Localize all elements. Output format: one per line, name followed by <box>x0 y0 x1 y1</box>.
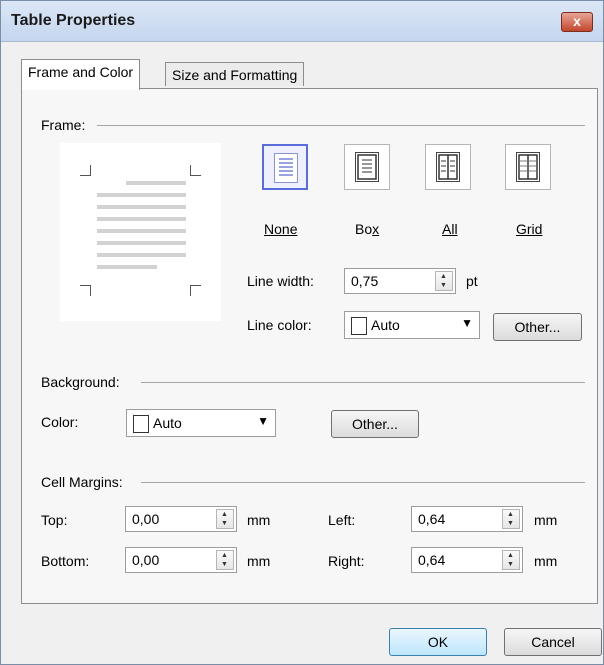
close-button[interactable]: x <box>561 12 593 32</box>
preview-text-line <box>97 217 186 221</box>
margin-bottom-label: Bottom: <box>41 553 90 569</box>
background-group-label: Background: <box>41 374 126 390</box>
preview-text-line <box>126 181 186 185</box>
line-color-select[interactable]: Auto ▼ <box>344 311 480 339</box>
margin-left-label: Left: <box>328 512 356 528</box>
chevron-down-icon: ▼ <box>257 414 269 428</box>
background-other-button[interactable]: Other... <box>331 410 419 438</box>
line-color-other-button[interactable]: Other... <box>493 313 582 341</box>
color-swatch <box>351 317 367 335</box>
frame-box-button[interactable] <box>344 144 390 190</box>
title-bar: Table Properties x <box>1 1 603 42</box>
frame-group-divider <box>97 125 585 126</box>
line-width-stepper[interactable]: 0,75 ▲ ▼ <box>344 268 456 294</box>
stepper-arrows-icon[interactable]: ▲ ▼ <box>216 509 234 529</box>
stepper-arrows-icon[interactable]: ▲ ▼ <box>216 550 234 570</box>
margin-right-label: Right: <box>328 553 365 569</box>
frame-box-icon <box>355 152 379 182</box>
margin-bottom-unit: mm <box>247 553 271 569</box>
margin-right-stepper[interactable]: 0,64 ▲ ▼ <box>411 547 523 573</box>
frame-none-icon <box>274 153 298 183</box>
stepper-arrows-icon[interactable]: ▲ ▼ <box>502 550 520 570</box>
line-width-value: 0,75 <box>351 273 379 289</box>
line-width-label: Line width: <box>247 273 314 289</box>
background-color-value: Auto <box>153 415 182 431</box>
close-icon: x <box>573 13 581 29</box>
color-swatch <box>133 415 149 433</box>
frame-preview <box>60 143 221 321</box>
cell-margins-group-label: Cell Margins: <box>41 474 129 490</box>
preview-text-line <box>97 253 186 257</box>
line-color-label: Line color: <box>247 317 312 333</box>
line-width-unit: pt <box>466 273 478 289</box>
tab-frame-and-color[interactable]: Frame and Color <box>21 59 141 90</box>
dialog-title: Table Properties <box>11 12 136 29</box>
preview-corner-mark <box>190 165 201 176</box>
cell-margins-group-divider <box>141 482 585 483</box>
frame-all-label: All <box>442 221 458 237</box>
frame-grid-icon <box>516 152 540 182</box>
frame-grid-label: Grid <box>516 221 543 237</box>
line-color-value: Auto <box>371 317 400 333</box>
background-group-divider <box>141 382 585 383</box>
margin-right-unit: mm <box>534 553 558 569</box>
margin-top-label: Top: <box>41 512 68 528</box>
preview-text-line <box>97 229 186 233</box>
cancel-button[interactable]: Cancel <box>504 628 602 656</box>
preview-text-line <box>97 265 157 269</box>
margin-left-unit: mm <box>534 512 558 528</box>
preview-text-line <box>97 241 186 245</box>
frame-group-label: Frame: <box>41 117 92 133</box>
frame-box-label: Box <box>355 221 380 237</box>
stepper-arrows-icon[interactable]: ▲ ▼ <box>502 509 520 529</box>
frame-all-icon <box>436 152 460 182</box>
margin-top-stepper[interactable]: 0,00 ▲ ▼ <box>125 506 237 532</box>
margin-top-value: 0,00 <box>132 511 160 527</box>
frame-grid-button[interactable] <box>505 144 551 190</box>
ok-button[interactable]: OK <box>389 628 487 656</box>
frame-none-label: None <box>264 221 298 237</box>
margin-left-value: 0,64 <box>418 511 446 527</box>
margin-bottom-stepper[interactable]: 0,00 ▲ ▼ <box>125 547 237 573</box>
background-color-select[interactable]: Auto ▼ <box>126 409 276 437</box>
frame-none-button[interactable] <box>262 144 308 190</box>
preview-corner-mark <box>190 285 201 296</box>
background-color-label: Color: <box>41 414 79 430</box>
preview-text-line <box>97 205 186 209</box>
tab-size-and-formatting[interactable]: Size and Formatting <box>165 62 305 86</box>
margin-top-unit: mm <box>247 512 271 528</box>
frame-all-button[interactable] <box>425 144 471 190</box>
margin-right-value: 0,64 <box>418 552 446 568</box>
preview-corner-mark <box>80 165 91 176</box>
preview-corner-mark <box>80 285 91 296</box>
preview-text-line <box>97 193 186 197</box>
chevron-down-icon: ▼ <box>461 316 473 330</box>
margin-left-stepper[interactable]: 0,64 ▲ ▼ <box>411 506 523 532</box>
table-properties-dialog: Table Properties x Frame and Color Size … <box>0 0 604 665</box>
stepper-arrows-icon[interactable]: ▲ ▼ <box>435 271 453 291</box>
margin-bottom-value: 0,00 <box>132 552 160 568</box>
